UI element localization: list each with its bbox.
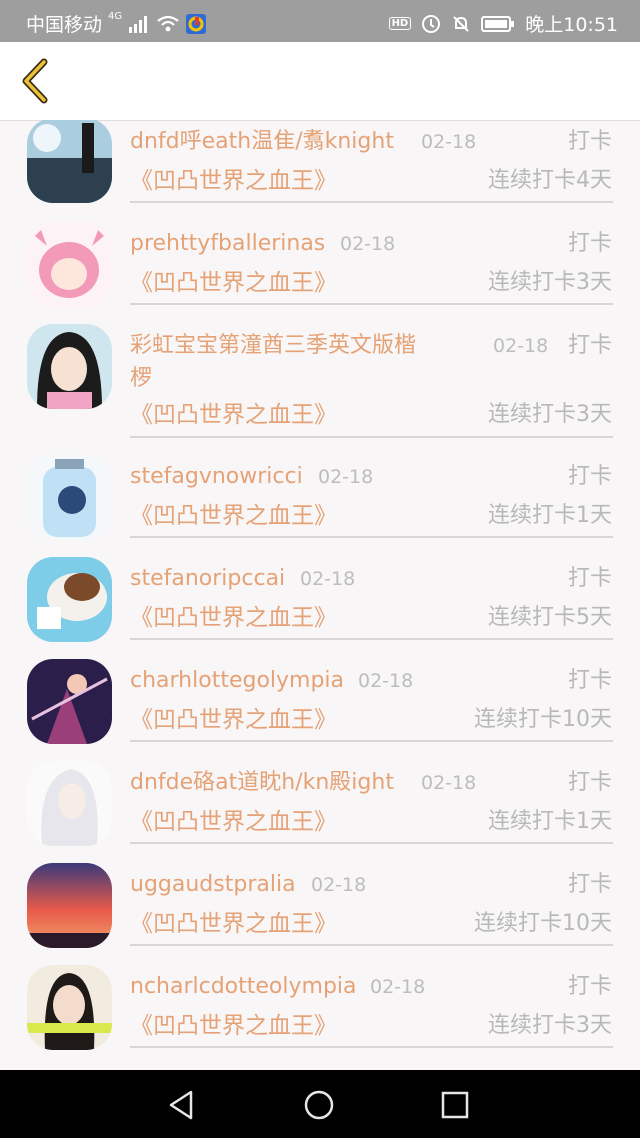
streak-count: 连续打卡5天 [488,605,612,630]
list-item[interactable]: prehttyfballerinas 02-18 打卡 《凹凸世界之血王》 连续… [0,222,640,312]
divider [130,944,613,946]
streak-count: 连续打卡3天 [488,402,612,427]
streak-count: 连续打卡3天 [488,1013,612,1038]
book-title[interactable]: 《凹凸世界之血王》 [130,602,337,634]
user-name[interactable]: dnfd呼eath温隹/翥knight [130,127,394,157]
book-title[interactable]: 《凹凸世界之血王》 [130,806,337,838]
avatar[interactable] [27,222,112,307]
circle-home-icon [304,1090,334,1120]
data-saver-icon [422,14,441,33]
checkin-label: 打卡 [567,872,612,897]
user-name[interactable]: dnfde硌at道眈h/kn殿ight [130,768,394,798]
network-type: 4G [108,11,123,22]
list-item[interactable]: uggaudstpralia 02-18 打卡 《凹凸世界之血王》 连续打卡10… [0,863,640,953]
list-item[interactable]: charhlottegolympia 02-18 打卡 《凹凸世界之血王》 连续… [0,659,640,749]
checkin-date: 02-18 [300,568,356,590]
nav-back-button[interactable] [165,1088,199,1122]
checkin-label: 打卡 [567,974,612,999]
list-item[interactable]: ncharlcdotteolympia 02-18 打卡 《凹凸世界之血王》 连… [0,965,640,1055]
checkin-list[interactable]: dnfd呼eath温隹/翥knight 02-18 打卡 《凹凸世界之血王》 连… [0,120,640,1070]
user-name[interactable]: uggaudstpralia [130,870,296,900]
mute-bell-icon [453,15,469,32]
checkin-date: 02-18 [358,670,414,692]
streak-count: 连续打卡3天 [488,270,612,295]
checkin-date: 02-18 [340,233,396,255]
avatar[interactable] [27,965,112,1050]
system-nav-bar [0,1070,640,1138]
nav-recents-button[interactable] [438,1088,472,1122]
list-item[interactable]: dnfd呼eath温隹/翥knight 02-18 打卡 《凹凸世界之血王》 连… [0,120,640,210]
checkin-date: 02-18 [421,772,477,794]
divider [130,842,613,844]
divider [130,201,613,203]
divider [130,1046,613,1048]
checkin-date: 02-18 [311,874,367,896]
checkin-label: 打卡 [567,668,612,693]
battery-icon [481,15,515,32]
app-bar [0,42,640,121]
signal-icon [129,15,148,33]
divider [130,740,613,742]
status-left: 中国移动 4G [26,10,207,37]
streak-count: 连续打卡4天 [488,168,612,193]
divider [130,303,613,305]
checkin-label: 打卡 [567,333,612,358]
checkin-label: 打卡 [567,231,612,256]
user-name[interactable]: prehttyfballerinas [130,229,325,259]
avatar[interactable] [27,557,112,642]
clock: 晚上10:51 [525,14,618,36]
avatar[interactable] [27,761,112,846]
avatar[interactable] [27,120,112,203]
streak-count: 连续打卡1天 [488,809,612,834]
wifi-icon [157,15,179,31]
book-title[interactable]: 《凹凸世界之血王》 [130,1010,337,1042]
user-name[interactable]: stefagvnowricci [130,462,303,492]
checkin-date: 02-18 [370,976,426,998]
user-name[interactable]: stefanoripccai [130,564,285,594]
checkin-label: 打卡 [567,129,612,154]
streak-count: 连续打卡1天 [488,503,612,528]
book-title[interactable]: 《凹凸世界之血王》 [130,500,337,532]
checkin-label: 打卡 [567,566,612,591]
status-right: HD 晚上10:51 [388,10,618,37]
triangle-back-icon [169,1090,193,1120]
list-item[interactable]: 彩虹宝宝第潼酋三季英文版楷 椤 02-18 打卡 《凹凸世界之血王》 连续打卡3… [0,324,640,444]
carrier-label: 中国移动 [26,14,103,36]
avatar[interactable] [27,659,112,744]
divider [130,536,613,538]
checkin-label: 打卡 [567,770,612,795]
book-title[interactable]: 《凹凸世界之血王》 [130,399,337,431]
checkin-date: 02-18 [421,131,477,153]
user-name[interactable]: 彩虹宝宝第潼酋三季英文版楷 [130,331,416,361]
back-chevron-icon [22,58,48,104]
book-title[interactable]: 《凹凸世界之血王》 [130,704,337,736]
square-recents-icon [441,1091,469,1119]
back-button[interactable] [14,56,62,106]
hd-icon: HD [388,17,412,30]
status-bar: 中国移动 4G HD 晚上10:51 [0,0,640,42]
avatar[interactable] [27,455,112,540]
book-title[interactable]: 《凹凸世界之血王》 [130,267,337,299]
divider [130,436,613,438]
user-name-line2[interactable]: 椤 [130,364,152,394]
list-item[interactable]: stefagvnowricci 02-18 打卡 《凹凸世界之血王》 连续打卡1… [0,455,640,545]
book-title[interactable]: 《凹凸世界之血王》 [130,908,337,940]
user-name[interactable]: charhlottegolympia [130,666,344,696]
list-item[interactable]: stefanoripccai 02-18 打卡 《凹凸世界之血王》 连续打卡5天 [0,557,640,647]
avatar[interactable] [27,863,112,948]
app-notification-icon [186,13,207,34]
user-name[interactable]: ncharlcdotteolympia [130,972,357,1002]
nav-home-button[interactable] [302,1088,336,1122]
avatar[interactable] [27,324,112,409]
divider [130,638,613,640]
checkin-label: 打卡 [567,464,612,489]
list-item[interactable]: dnfde硌at道眈h/kn殿ight 02-18 打卡 《凹凸世界之血王》 连… [0,761,640,851]
book-title[interactable]: 《凹凸世界之血王》 [130,165,337,197]
streak-count: 连续打卡10天 [474,707,612,732]
streak-count: 连续打卡10天 [474,911,612,936]
checkin-date: 02-18 [493,335,549,357]
checkin-date: 02-18 [318,466,374,488]
